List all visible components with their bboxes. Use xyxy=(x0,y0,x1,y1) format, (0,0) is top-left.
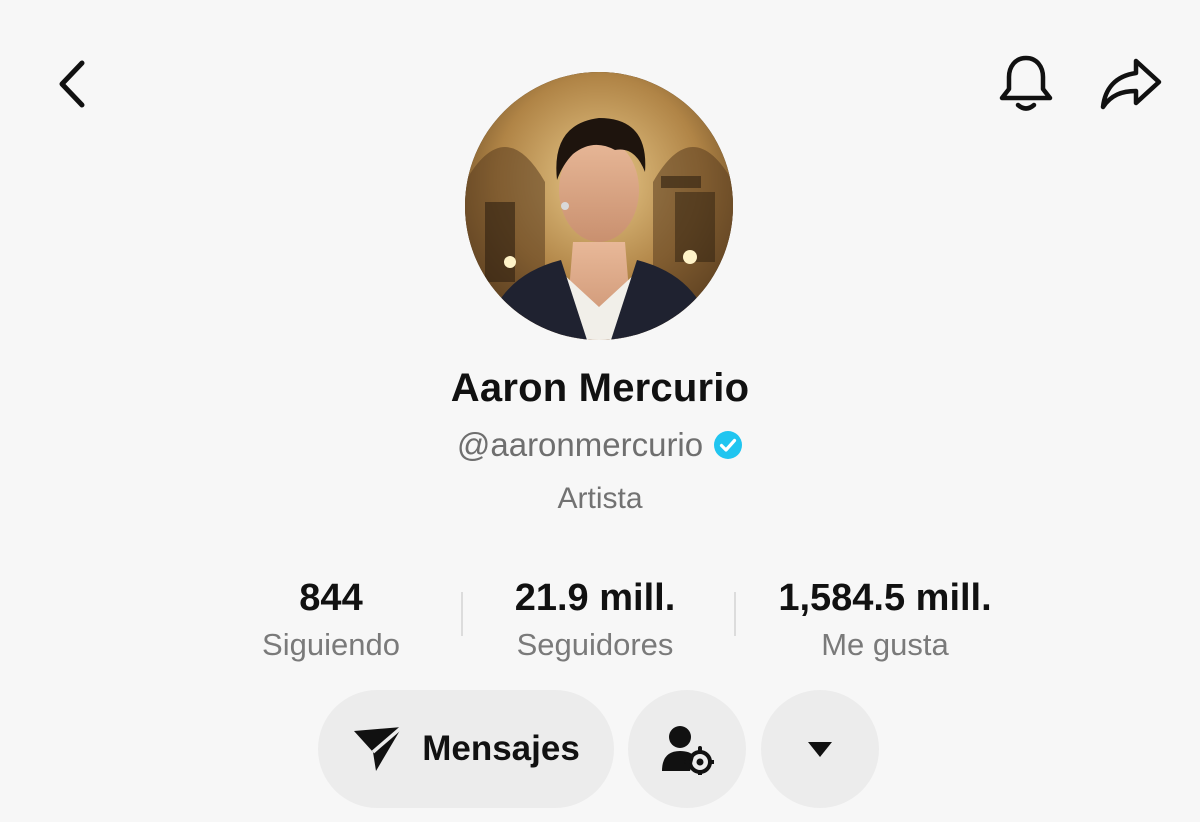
stat-divider xyxy=(461,592,463,636)
stat-following[interactable]: 844 Siguiendo xyxy=(240,570,422,664)
avatar[interactable] xyxy=(465,72,733,340)
stat-followers-label: Seguidores xyxy=(516,627,674,662)
user-settings-icon xyxy=(662,726,714,775)
message-button-label: Mensajes xyxy=(422,729,580,768)
stat-followers[interactable]: 21.9 mill. Seguidores xyxy=(485,570,705,664)
send-icon xyxy=(354,725,404,771)
chevron-left-icon xyxy=(59,60,85,108)
stat-likes-label: Me gusta xyxy=(821,627,949,662)
stat-followers-value: 21.9 mill. xyxy=(514,577,676,619)
avatar-photo xyxy=(465,72,733,340)
stat-likes-value: 1,584.5 mill. xyxy=(778,577,992,619)
profile-stats: 844 Siguiendo 21.9 mill. Seguidores 1,58… xyxy=(240,570,1030,670)
handle-row: @aaronmercurio xyxy=(0,426,1200,464)
back-button[interactable] xyxy=(44,56,100,112)
profile-handle: @aaronmercurio xyxy=(456,426,704,463)
notifications-button[interactable] xyxy=(994,52,1058,116)
profile-category: Artista xyxy=(557,482,643,515)
message-button[interactable]: Mensajes xyxy=(318,690,614,808)
stat-following-value: 844 xyxy=(299,577,363,619)
follow-options-button[interactable] xyxy=(628,690,746,808)
profile-actions: Mensajes xyxy=(0,690,1200,810)
more-options-button[interactable] xyxy=(761,690,879,808)
bell-icon xyxy=(999,55,1053,111)
caret-down-icon xyxy=(808,742,832,757)
stat-likes[interactable]: 1,584.5 mill. Me gusta xyxy=(745,570,1025,664)
profile-name: Aaron Mercurio xyxy=(450,366,750,410)
share-button[interactable] xyxy=(1096,52,1166,116)
stat-following-label: Siguiendo xyxy=(262,627,400,662)
share-arrow-icon xyxy=(1100,58,1162,110)
verified-badge-icon xyxy=(713,430,743,460)
stat-divider xyxy=(734,592,736,636)
